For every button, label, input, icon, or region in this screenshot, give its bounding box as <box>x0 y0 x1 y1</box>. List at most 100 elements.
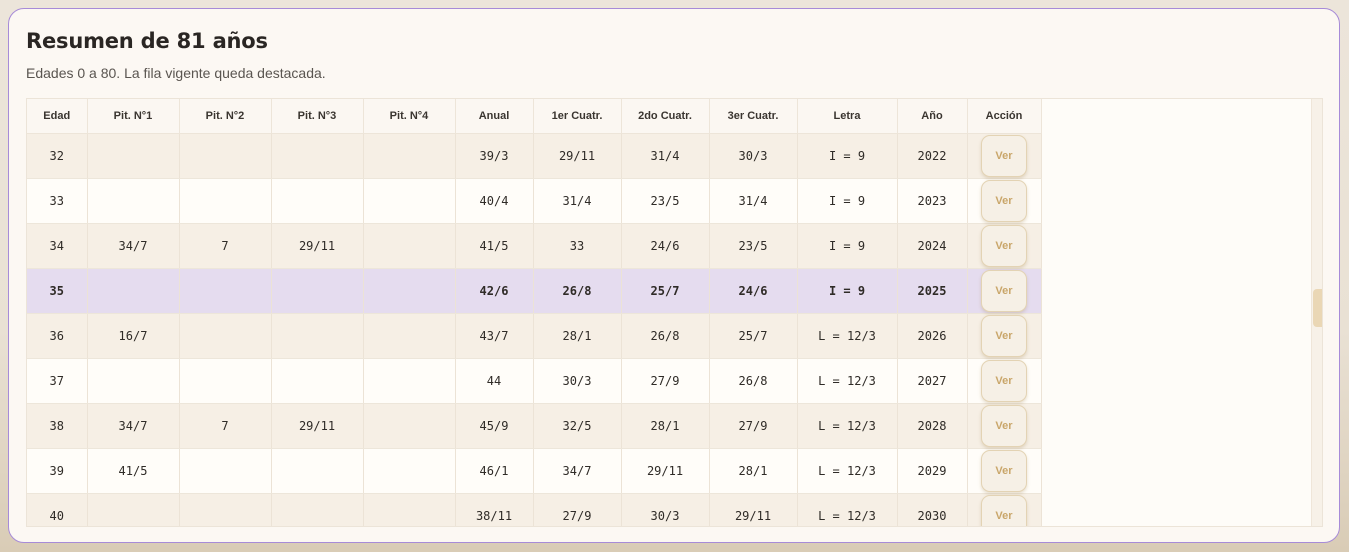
ver-button[interactable]: Ver <box>981 270 1027 312</box>
cell-cuatr-1: 29/11 <box>533 133 622 179</box>
cell-anio: 2026 <box>897 313 968 359</box>
cell-accion: Ver <box>967 448 1042 494</box>
table-row: 33 40/4 31/4 23/5 31/4 I = 9 2023 Ver <box>27 178 1042 224</box>
ver-button[interactable]: Ver <box>981 315 1027 357</box>
cell-pit-1 <box>87 358 180 404</box>
cell-letra: I = 9 <box>797 178 898 224</box>
cell-accion: Ver <box>967 493 1042 526</box>
cell-pit-1 <box>87 493 180 526</box>
cell-letra: L = 12/3 <box>797 493 898 526</box>
cell-pit-2 <box>179 313 272 359</box>
cell-cuatr-3: 23/5 <box>709 223 798 269</box>
col-header-letra: Letra <box>797 99 898 134</box>
panel-title: Resumen de 81 años <box>26 29 268 53</box>
cell-pit-4 <box>363 403 456 449</box>
cell-anual: 40/4 <box>455 178 534 224</box>
table-row: 32 39/3 29/11 31/4 30/3 I = 9 2022 Ver <box>27 133 1042 179</box>
cell-anio: 2028 <box>897 403 968 449</box>
cell-edad: 32 <box>27 133 88 179</box>
cell-cuatr-3: 26/8 <box>709 358 798 404</box>
cell-pit-4 <box>363 268 456 314</box>
scrollbar-thumb[interactable] <box>1313 289 1322 327</box>
cell-cuatr-1: 28/1 <box>533 313 622 359</box>
cell-accion: Ver <box>967 313 1042 359</box>
ver-button[interactable]: Ver <box>981 135 1027 177</box>
table-header-row: Edad Pit. N°1 Pit. N°2 Pit. N°3 Pit. N°4… <box>27 99 1042 134</box>
table-row: 38 34/7 7 29/11 45/9 32/5 28/1 27/9 L = 12/3 2028… <box>27 403 1042 449</box>
cell-cuatr-1: 32/5 <box>533 403 622 449</box>
cell-anual: 46/1 <box>455 448 534 494</box>
cell-cuatr-3: 24/6 <box>709 268 798 314</box>
vertical-scrollbar[interactable] <box>1311 99 1322 526</box>
cell-edad: 36 <box>27 313 88 359</box>
cell-accion: Ver <box>967 358 1042 404</box>
cell-pit-4 <box>363 493 456 526</box>
cell-pit-1 <box>87 268 180 314</box>
cell-anual: 41/5 <box>455 223 534 269</box>
cell-edad: 35 <box>27 268 88 314</box>
table-row: 40 38/11 27/9 30/3 29/11 L = 12/3 2030 Ver <box>27 493 1042 526</box>
table-row: 37 44 30/3 27/9 26/8 L = 12/3 2027 Ver <box>27 358 1042 404</box>
cell-pit-3: 29/11 <box>271 403 364 449</box>
ver-button[interactable]: Ver <box>981 180 1027 222</box>
cell-cuatr-1: 34/7 <box>533 448 622 494</box>
cell-cuatr-2: 28/1 <box>621 403 710 449</box>
cell-letra: L = 12/3 <box>797 358 898 404</box>
cell-anio: 2024 <box>897 223 968 269</box>
cell-edad: 34 <box>27 223 88 269</box>
cell-pit-3 <box>271 358 364 404</box>
cell-anual: 42/6 <box>455 268 534 314</box>
summary-table-container[interactable]: Edad Pit. N°1 Pit. N°2 Pit. N°3 Pit. N°4… <box>26 98 1323 527</box>
cell-pit-4 <box>363 133 456 179</box>
cell-pit-2: 7 <box>179 403 272 449</box>
col-header-anual: Anual <box>455 99 534 134</box>
cell-pit-3: 29/11 <box>271 223 364 269</box>
summary-table: Edad Pit. N°1 Pit. N°2 Pit. N°3 Pit. N°4… <box>27 99 1042 526</box>
table-row: 35 42/6 26/8 25/7 24/6 I = 9 2025 Ver <box>27 268 1042 314</box>
cell-pit-3 <box>271 268 364 314</box>
cell-pit-1 <box>87 133 180 179</box>
cell-cuatr-3: 25/7 <box>709 313 798 359</box>
cell-edad: 38 <box>27 403 88 449</box>
cell-cuatr-3: 28/1 <box>709 448 798 494</box>
cell-cuatr-1: 26/8 <box>533 268 622 314</box>
cell-letra: L = 12/3 <box>797 313 898 359</box>
cell-cuatr-1: 30/3 <box>533 358 622 404</box>
cell-pit-2 <box>179 268 272 314</box>
ver-button[interactable]: Ver <box>981 495 1027 526</box>
ver-button[interactable]: Ver <box>981 405 1027 447</box>
cell-anual: 43/7 <box>455 313 534 359</box>
cell-cuatr-2: 26/8 <box>621 313 710 359</box>
ver-button[interactable]: Ver <box>981 450 1027 492</box>
cell-pit-3 <box>271 313 364 359</box>
cell-cuatr-1: 27/9 <box>533 493 622 526</box>
cell-pit-1: 34/7 <box>87 403 180 449</box>
cell-anio: 2029 <box>897 448 968 494</box>
cell-cuatr-2: 23/5 <box>621 178 710 224</box>
col-header-edad: Edad <box>27 99 88 134</box>
cell-edad: 33 <box>27 178 88 224</box>
cell-anual: 44 <box>455 358 534 404</box>
cell-anual: 39/3 <box>455 133 534 179</box>
cell-anio: 2030 <box>897 493 968 526</box>
col-header-pit-3: Pit. N°3 <box>271 99 364 134</box>
ver-button[interactable]: Ver <box>981 360 1027 402</box>
cell-cuatr-2: 27/9 <box>621 358 710 404</box>
cell-edad: 40 <box>27 493 88 526</box>
cell-accion: Ver <box>967 178 1042 224</box>
cell-letra: I = 9 <box>797 268 898 314</box>
cell-pit-2 <box>179 448 272 494</box>
cell-anio: 2022 <box>897 133 968 179</box>
cell-pit-1: 16/7 <box>87 313 180 359</box>
col-header-cuatr-1: 1er Cuatr. <box>533 99 622 134</box>
cell-anio: 2023 <box>897 178 968 224</box>
cell-pit-4 <box>363 448 456 494</box>
table-row: 39 41/5 46/1 34/7 29/11 28/1 L = 12/3 2029 Ver <box>27 448 1042 494</box>
cell-cuatr-2: 31/4 <box>621 133 710 179</box>
cell-pit-1: 41/5 <box>87 448 180 494</box>
cell-letra: I = 9 <box>797 133 898 179</box>
ver-button[interactable]: Ver <box>981 225 1027 267</box>
cell-cuatr-1: 31/4 <box>533 178 622 224</box>
col-header-accion: Acción <box>967 99 1042 134</box>
col-header-cuatr-3: 3er Cuatr. <box>709 99 798 134</box>
